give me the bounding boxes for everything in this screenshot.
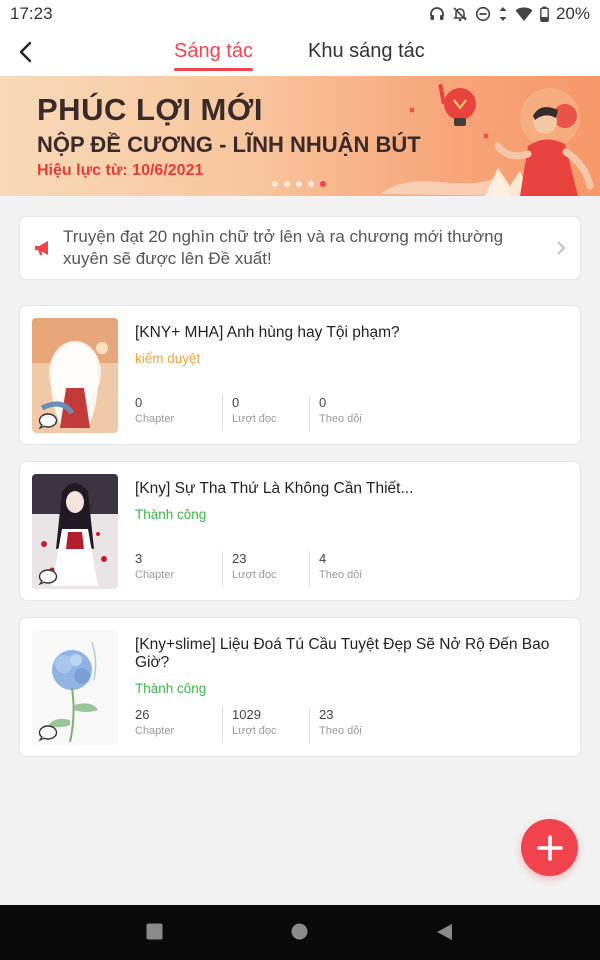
stat-views-value: 1029 xyxy=(232,707,261,722)
stat-follows: 0 Theo dõi xyxy=(309,395,396,431)
comment-bubble-icon xyxy=(38,725,58,741)
megaphone-icon xyxy=(35,241,48,255)
stat-views: 1029 Lượt đọc xyxy=(222,707,309,743)
banner-date: Hiệu lực từ: 10/6/2021 xyxy=(37,162,204,179)
stat-chapter-label: Chapter xyxy=(135,413,175,425)
banner-title: PHÚC LỢI MỚI xyxy=(37,92,263,127)
carousel-dot[interactable] xyxy=(296,181,302,187)
battery-percent: 20% xyxy=(555,4,590,23)
recents-square-icon[interactable] xyxy=(146,923,163,940)
dnd-icon xyxy=(475,6,491,22)
carousel-dot[interactable] xyxy=(272,181,278,187)
carousel-dot-active[interactable] xyxy=(320,181,326,187)
stat-views-label: Lượt đọc xyxy=(232,413,277,425)
stat-follows-value: 23 xyxy=(319,707,334,722)
stat-views: 23 Lượt đọc xyxy=(222,551,309,587)
stat-follows-value: 0 xyxy=(319,395,327,410)
comment-bubble-icon xyxy=(38,569,58,585)
chevron-right-icon xyxy=(557,241,566,255)
story-card[interactable]: [Kny] Sự Tha Thứ Là Không Cần Thiết... T… xyxy=(19,461,581,601)
stat-chapter: 26 Chapter xyxy=(135,707,222,743)
system-nav-bar xyxy=(0,905,600,960)
notice-text: Truyện đạt 20 nghìn chữ trở lên và ra ch… xyxy=(63,227,504,268)
stat-follows: 23 Theo dõi xyxy=(309,707,396,743)
stat-chapter: 0 Chapter xyxy=(135,395,222,431)
home-circle-icon[interactable] xyxy=(291,923,308,940)
story-title: [KNY+ MHA] Anh hùng hay Tội phạm? xyxy=(135,324,400,341)
stat-views-value: 23 xyxy=(232,551,247,566)
stat-chapter-value: 0 xyxy=(135,395,143,410)
stat-views: 0 Lượt đọc xyxy=(222,395,309,431)
back-button[interactable] xyxy=(12,38,40,66)
wifi-icon xyxy=(515,7,533,21)
stat-chapter-value: 3 xyxy=(135,551,143,566)
story-cover xyxy=(32,630,118,745)
story-status: Thành công xyxy=(135,681,207,696)
plus-icon xyxy=(536,834,563,861)
stat-follows: 4 Theo dõi xyxy=(309,551,396,587)
story-status: kiểm duyệt xyxy=(135,351,201,366)
tab-sang-tac[interactable]: Sáng tác xyxy=(174,40,253,71)
story-cover xyxy=(32,474,118,589)
comment-bubble-icon xyxy=(38,413,58,429)
stat-chapter-label: Chapter xyxy=(135,569,175,581)
story-cover xyxy=(32,318,118,433)
story-status: Thành công xyxy=(135,507,207,522)
stat-chapter: 3 Chapter xyxy=(135,551,222,587)
story-card[interactable]: [KNY+ MHA] Anh hùng hay Tội phạm? kiểm d… xyxy=(19,305,581,445)
story-stats: 26 Chapter 1029 Lượt đọc 23 Theo dõi xyxy=(135,707,396,743)
stat-chapter-value: 26 xyxy=(135,707,150,722)
tab-khu-sang-tac[interactable]: Khu sáng tác xyxy=(308,40,425,63)
story-stats: 0 Chapter 0 Lượt đọc 0 Theo dõi xyxy=(135,395,396,431)
story-title: [Kny+slime] Liệu Đoá Tú Cầu Tuyệt Đẹp Sẽ… xyxy=(135,636,550,671)
back-triangle-icon[interactable] xyxy=(436,923,453,941)
back-arrow-icon xyxy=(19,41,32,63)
stat-views-label: Lượt đọc xyxy=(232,569,277,581)
battery-icon xyxy=(540,6,549,22)
data-arrows-icon xyxy=(499,7,507,21)
carousel-indicator xyxy=(272,181,326,187)
top-nav: Sáng tác Khu sáng tác xyxy=(0,28,600,76)
stat-follows-label: Theo dõi xyxy=(319,725,362,737)
story-title: [Kny] Sự Tha Thứ Là Không Cần Thiết... xyxy=(135,480,414,497)
stat-chapter-label: Chapter xyxy=(135,725,175,737)
status-bar: 17:23 20% xyxy=(0,0,600,28)
carousel-dot[interactable] xyxy=(308,181,314,187)
add-story-button[interactable] xyxy=(521,819,578,876)
promo-banner[interactable]: PHÚC LỢI MỚI NỘP ĐỀ CƯƠNG - LĨNH NHUẬN B… xyxy=(0,76,600,196)
status-icons: 20% xyxy=(429,4,590,24)
headphones-icon xyxy=(430,7,444,20)
stat-follows-label: Theo dõi xyxy=(319,413,362,425)
story-stats: 3 Chapter 23 Lượt đọc 4 Theo dõi xyxy=(135,551,396,587)
stat-views-value: 0 xyxy=(232,395,240,410)
bell-off-icon xyxy=(453,7,467,22)
story-card[interactable]: [Kny+slime] Liệu Đoá Tú Cầu Tuyệt Đẹp Sẽ… xyxy=(19,617,581,757)
banner-subtitle: NỘP ĐỀ CƯƠNG - LĨNH NHUẬN BÚT xyxy=(37,132,421,157)
recommend-notice[interactable]: Truyện đạt 20 nghìn chữ trở lên và ra ch… xyxy=(19,216,581,280)
status-time: 17:23 xyxy=(10,4,53,23)
carousel-dot[interactable] xyxy=(284,181,290,187)
stat-follows-label: Theo dõi xyxy=(319,569,362,581)
stat-views-label: Lượt đọc xyxy=(232,725,277,737)
stat-follows-value: 4 xyxy=(319,551,327,566)
